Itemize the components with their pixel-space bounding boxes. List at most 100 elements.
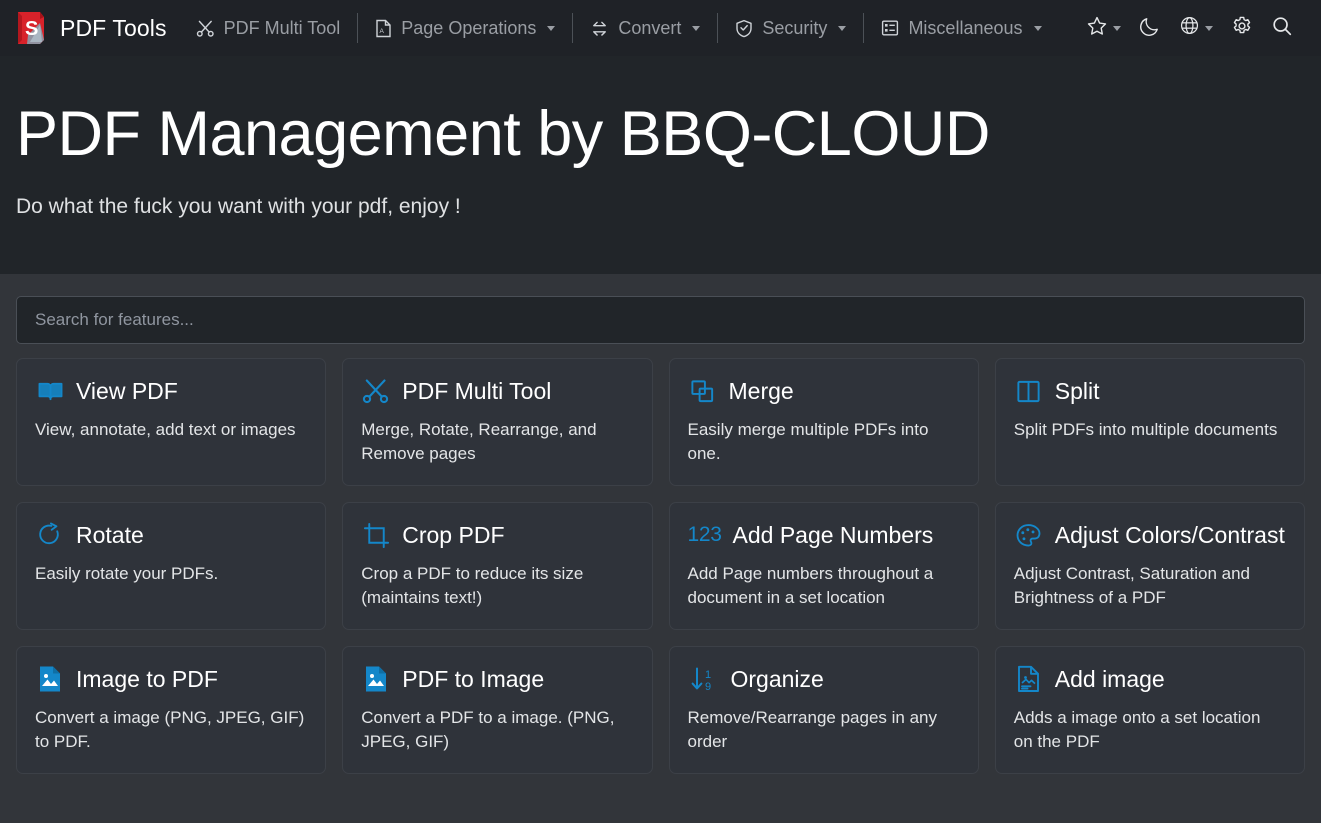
card-description: Add Page numbers throughout a document i… xyxy=(687,564,934,608)
card-title-row: 123 Add Page Numbers xyxy=(687,520,960,550)
moon-dark-mode-icon xyxy=(1139,15,1161,42)
shield-check-icon xyxy=(735,19,753,38)
chevron-down-icon xyxy=(547,25,556,31)
nav-item-label: Security xyxy=(762,17,828,38)
card-title-text: PDF to Image xyxy=(402,665,545,692)
feature-card-view-pdf[interactable]: View PDF View, annotate, add text or ima… xyxy=(16,358,327,486)
nav-separator xyxy=(357,13,359,43)
chevron-down-icon xyxy=(838,25,847,31)
nav-item-convert[interactable]: Convert xyxy=(575,11,715,45)
open-book-icon xyxy=(35,376,65,406)
search-button[interactable] xyxy=(1263,9,1301,48)
pdf-logo-icon: S xyxy=(14,9,48,47)
card-title-row: Adjust Colors/Contrast xyxy=(1014,520,1286,550)
card-title-text: Merge xyxy=(728,377,794,404)
file-image-icon xyxy=(35,664,65,694)
file-add-image-icon xyxy=(1014,664,1044,694)
page-subtitle: Do what the fuck you want with your pdf,… xyxy=(16,195,461,219)
gear-settings-icon xyxy=(1231,15,1253,42)
page-file-icon: A xyxy=(375,19,392,38)
card-title-row: Split xyxy=(1014,376,1286,406)
star-favorites-icon xyxy=(1086,15,1108,42)
nav-item-label: Miscellaneous xyxy=(908,17,1023,38)
feature-card-add-page-numbers[interactable]: 123 Add Page Numbers Add Page numbers th… xyxy=(668,502,979,630)
overlapping-squares-icon xyxy=(688,376,718,406)
nav-separator xyxy=(863,13,865,43)
feature-card-split[interactable]: Split Split PDFs into multiple documents xyxy=(994,358,1305,486)
card-description: Merge, Rotate, Rearrange, and Remove pag… xyxy=(361,420,597,464)
card-title-row: Image to PDF xyxy=(35,664,307,694)
card-title-row: PDF Multi Tool xyxy=(361,376,633,406)
globe-language-icon xyxy=(1179,15,1200,41)
feature-card-crop-pdf[interactable]: Crop PDF Crop a PDF to reduce its size (… xyxy=(342,502,653,630)
scissors-tool-icon xyxy=(361,376,391,406)
feature-card-pdf-multi-tool[interactable]: PDF Multi Tool Merge, Rotate, Rearrange,… xyxy=(342,358,653,486)
card-description: Easily merge multiple PDFs into one. xyxy=(687,420,929,464)
svg-text:1: 1 xyxy=(705,669,711,681)
convert-arrows-icon xyxy=(590,19,609,38)
scissors-tool-icon xyxy=(196,19,215,38)
card-title-row: Merge xyxy=(688,376,960,406)
card-title-text: Rotate xyxy=(76,521,144,548)
search-bar-container xyxy=(0,274,1321,344)
123-text-icon: 123 xyxy=(687,520,722,550)
card-description: Convert a PDF to a image. (PNG, JPEG, GI… xyxy=(361,708,615,752)
search-input[interactable] xyxy=(16,296,1305,344)
star-favorites-button[interactable] xyxy=(1078,9,1129,48)
card-title-text: Split xyxy=(1054,377,1100,404)
nav-item-pdf-multi-tool[interactable]: PDF Multi Tool xyxy=(181,11,356,45)
svg-text:A: A xyxy=(380,28,385,35)
card-title-text: Organize xyxy=(730,665,824,692)
card-title-row: PDF to Image xyxy=(361,664,633,694)
chevron-down-icon xyxy=(1033,25,1042,31)
nav-item-label: PDF Multi Tool xyxy=(223,17,341,38)
nav-separator xyxy=(572,13,574,43)
card-title-row: View PDF xyxy=(35,376,307,406)
palette-icon xyxy=(1014,520,1044,550)
navbar: S PDF Tools PDF Multi Tool A Page Operat… xyxy=(0,0,1321,56)
svg-text:9: 9 xyxy=(705,681,711,693)
dark-mode-toggle[interactable] xyxy=(1131,9,1169,48)
card-description: Adds a image onto a set location on the … xyxy=(1013,708,1261,752)
rotate-arrow-icon xyxy=(35,520,65,550)
chevron-down-icon xyxy=(692,25,701,31)
feature-card-rotate[interactable]: Rotate Easily rotate your PDFs. xyxy=(16,502,327,630)
list-box-icon xyxy=(881,19,899,37)
nav-item-security[interactable]: Security xyxy=(720,11,861,45)
123-label: 123 xyxy=(687,522,722,546)
nav-item-miscellaneous[interactable]: Miscellaneous xyxy=(866,11,1056,45)
card-description: Convert a image (PNG, JPEG, GIF) to PDF. xyxy=(35,708,305,752)
nav-item-page-operations[interactable]: A Page Operations xyxy=(360,11,570,45)
card-title-text: Crop PDF xyxy=(402,521,505,548)
nav-items: PDF Multi Tool A Page Operations Convert xyxy=(181,0,1057,56)
card-title-row: Add image xyxy=(1014,664,1286,694)
settings-button[interactable] xyxy=(1223,9,1261,48)
feature-card-pdf-to-image[interactable]: PDF to Image Convert a PDF to a image. (… xyxy=(342,646,653,774)
card-title-text: View PDF xyxy=(76,377,178,404)
chevron-down-icon xyxy=(1113,25,1121,31)
card-title-text: Image to PDF xyxy=(76,665,218,692)
card-description: Remove/Rearrange pages in any order xyxy=(687,708,937,752)
card-title-text: Adjust Colors/Contrast xyxy=(1054,521,1285,548)
feature-card-add-image[interactable]: Add image Adds a image onto a set locati… xyxy=(994,646,1305,774)
card-title-row: Rotate xyxy=(35,520,307,550)
card-description: Split PDFs into multiple documents xyxy=(1013,420,1278,439)
feature-card-merge[interactable]: Merge Easily merge multiple PDFs into on… xyxy=(668,358,979,486)
feature-card-organize[interactable]: 1 9 Organize Remove/Rearrange pages in a… xyxy=(668,646,979,774)
crop-icon xyxy=(361,520,391,550)
card-description: Easily rotate your PDFs. xyxy=(35,564,219,583)
brand-title: PDF Tools xyxy=(60,14,167,41)
card-title-text: Add Page Numbers xyxy=(732,521,934,548)
language-selector-button[interactable] xyxy=(1171,9,1221,47)
feature-card-image-to-pdf[interactable]: Image to PDF Convert a image (PNG, JPEG,… xyxy=(16,646,327,774)
feature-card-grid: View PDF View, annotate, add text or ima… xyxy=(0,344,1321,790)
card-title-row: Crop PDF xyxy=(361,520,633,550)
brand-link[interactable]: S PDF Tools xyxy=(14,9,167,47)
chevron-down-icon xyxy=(1205,25,1213,31)
feature-card-adjust-colors-contrast[interactable]: Adjust Colors/Contrast Adjust Contrast, … xyxy=(994,502,1305,630)
hero-section: PDF Management by BBQ-CLOUD Do what the … xyxy=(0,56,1321,274)
card-title-text: Add image xyxy=(1054,665,1165,692)
sort-numeric-down-icon: 1 9 xyxy=(688,664,720,694)
card-description: View, annotate, add text or images xyxy=(35,420,296,439)
card-title-text: PDF Multi Tool xyxy=(402,377,552,404)
